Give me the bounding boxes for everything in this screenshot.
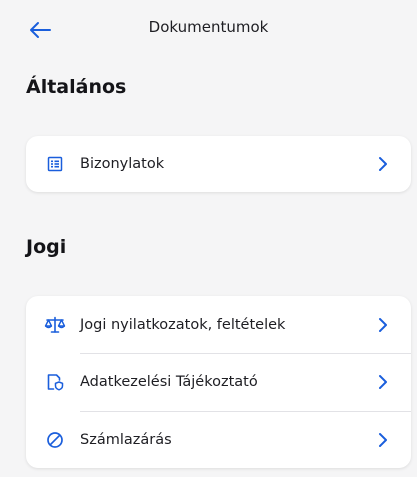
list-item-label: Számlazárás: [80, 431, 172, 448]
document-shield-icon: [44, 371, 66, 393]
card-jogi: Jogi nyilatkozatok, feltételek Adatkezel…: [26, 296, 411, 468]
chevron-right-icon: [377, 156, 389, 172]
top-bar: Dokumentumok: [0, 0, 417, 60]
receipt-list-icon: [44, 153, 66, 175]
list-item-label: Adatkezelési Tájékoztató: [80, 374, 258, 390]
list-item-szamlazaras[interactable]: Számlazárás: [26, 411, 411, 468]
prohibited-circle-icon: [44, 429, 66, 451]
list-item-bizonylatok[interactable]: Bizonylatok: [26, 136, 411, 192]
chevron-right-icon: [377, 374, 389, 390]
scales-icon: [44, 314, 66, 336]
section-title-jogi: Jogi: [26, 236, 67, 258]
page-title: Dokumentumok: [148, 18, 269, 36]
section-title-altalanos: Általános: [26, 76, 127, 98]
list-item-label: Jogi nyilatkozatok, feltételek: [80, 316, 286, 333]
list-item-jogi-nyilatkozatok[interactable]: Jogi nyilatkozatok, feltételek: [26, 296, 411, 353]
chevron-right-icon: [377, 317, 389, 333]
card-altalanos: Bizonylatok: [26, 136, 411, 192]
chevron-right-icon: [377, 432, 389, 448]
list-item-label: Bizonylatok: [80, 156, 165, 172]
list-item-adatkezelesi[interactable]: Adatkezelési Tájékoztató: [26, 353, 411, 411]
